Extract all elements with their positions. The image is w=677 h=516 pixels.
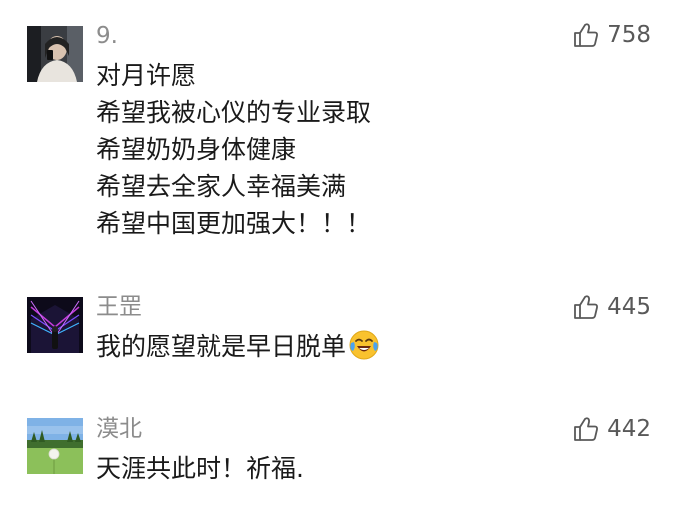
avatar[interactable] <box>27 26 83 82</box>
avatar[interactable] <box>27 418 83 474</box>
comment-line-text: 我的愿望就是早日脱单 <box>96 332 347 361</box>
thumbs-up-icon <box>573 22 599 48</box>
avatar[interactable] <box>27 297 83 353</box>
neon-tunnel-avatar-image <box>27 297 83 353</box>
comment-author[interactable]: 漠北 <box>96 415 142 443</box>
comment-line: 对月许愿 <box>96 61 197 90</box>
dandelion-field-avatar-image <box>27 418 83 474</box>
comment-line: 希望奶奶身体健康 <box>96 135 297 164</box>
comment-text: 天涯共此时！祈福. <box>96 450 616 487</box>
thumbs-up-icon <box>573 294 599 320</box>
comment-line: 希望去全家人幸福美满 <box>96 172 347 201</box>
comment-line: 希望我被心仪的专业录取 <box>96 98 372 127</box>
person-selfie-avatar-image <box>27 26 83 82</box>
comment-author[interactable]: 王罡 <box>96 293 142 321</box>
like-count: 442 <box>607 416 651 442</box>
comment-line: 天涯共此时！祈福. <box>96 454 304 483</box>
like-count: 758 <box>607 22 651 48</box>
face-with-tears-of-joy-icon <box>348 329 380 371</box>
comment-author[interactable]: 9. <box>96 22 118 50</box>
comment-line: 我的愿望就是早日脱单 <box>96 328 616 371</box>
like-button[interactable]: 758 <box>573 20 651 50</box>
comment-line: 希望中国更加强大！！！ <box>96 209 372 238</box>
thumbs-up-icon <box>573 416 599 442</box>
comment-text: 对月许愿 希望我被心仪的专业录取 希望奶奶身体健康 希望去全家人幸福美满 希望中… <box>96 57 616 242</box>
like-count: 445 <box>607 294 651 320</box>
like-button[interactable]: 442 <box>573 414 651 444</box>
comment-text: 我的愿望就是早日脱单 <box>96 328 616 371</box>
like-button[interactable]: 445 <box>573 292 651 322</box>
